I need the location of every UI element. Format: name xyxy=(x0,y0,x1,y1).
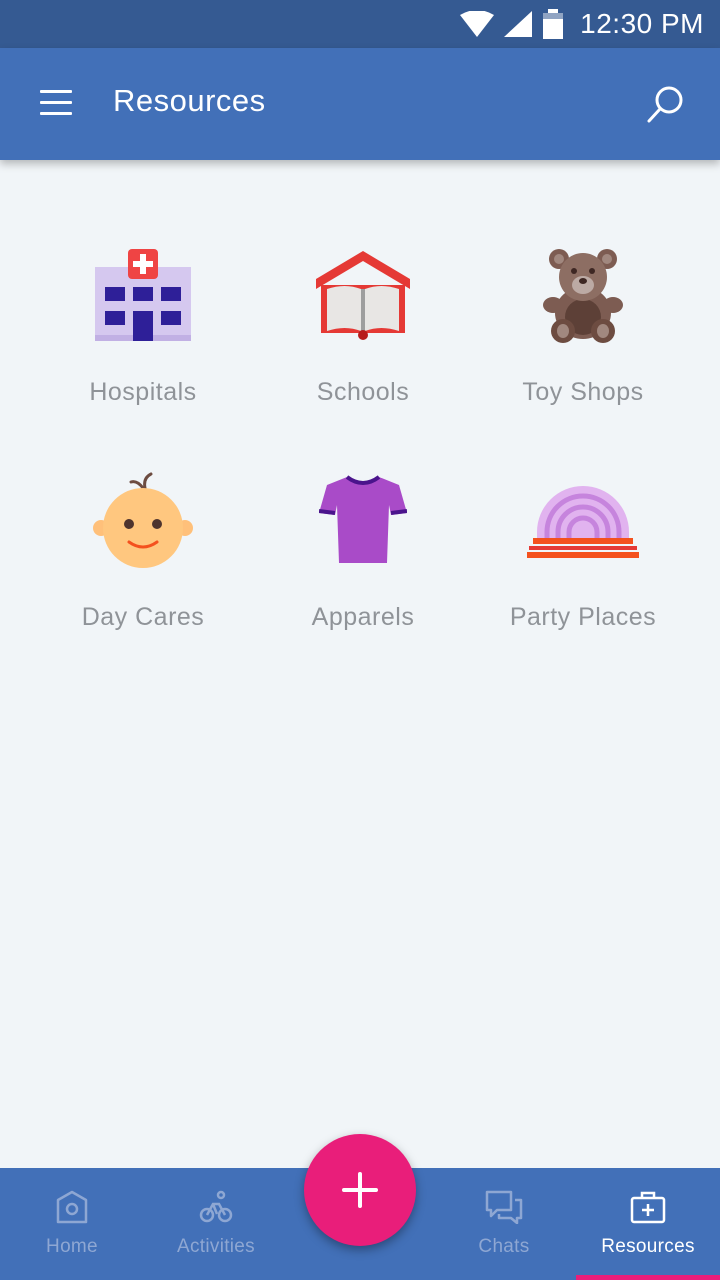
category-toy-shops[interactable]: Toy Shops xyxy=(473,240,693,407)
teddy-bear-icon xyxy=(523,240,643,350)
category-schools[interactable]: Schools xyxy=(253,240,473,407)
category-label: Hospitals xyxy=(89,378,197,406)
app-bar: Resources xyxy=(0,48,720,160)
bicycle-icon xyxy=(199,1190,233,1223)
nav-label: Home xyxy=(46,1236,98,1257)
category-label: Toy Shops xyxy=(522,378,644,406)
chat-icon xyxy=(485,1190,523,1224)
signal-icon xyxy=(504,11,533,37)
hospital-icon xyxy=(83,240,203,350)
category-apparels[interactable]: Apparels xyxy=(253,465,473,632)
status-time: 12:30 PM xyxy=(580,8,704,39)
category-hospitals[interactable]: Hospitals xyxy=(33,240,253,407)
wifi-icon xyxy=(460,11,495,37)
school-icon xyxy=(303,240,423,350)
category-label: Apparels xyxy=(311,603,415,631)
status-bar: 12:30 PM xyxy=(0,0,720,48)
menu-icon[interactable] xyxy=(40,90,72,118)
add-fab-button[interactable] xyxy=(304,1134,416,1246)
nav-label: Activities xyxy=(177,1236,255,1257)
nav-label: Chats xyxy=(478,1236,530,1257)
nav-label: Resources xyxy=(601,1236,695,1257)
tshirt-icon xyxy=(303,465,423,575)
resource-grid: Hospitals Schools Toy Shops Day Cares Ap… xyxy=(33,240,693,632)
nav-chats[interactable]: Chats xyxy=(432,1168,576,1280)
page-title: Resources xyxy=(113,83,266,118)
home-icon xyxy=(56,1190,88,1224)
nav-resources[interactable]: Resources xyxy=(576,1168,720,1280)
party-stage-icon xyxy=(523,465,643,575)
baby-icon xyxy=(83,465,203,575)
category-label: Day Cares xyxy=(81,603,205,631)
nav-activities[interactable]: Activities xyxy=(144,1168,288,1280)
category-label: Party Places xyxy=(509,603,657,631)
medical-kit-icon xyxy=(630,1191,666,1224)
category-label: Schools xyxy=(316,378,410,406)
plus-icon xyxy=(342,1172,378,1208)
category-day-cares[interactable]: Day Cares xyxy=(33,465,253,632)
search-icon[interactable] xyxy=(646,84,686,124)
battery-icon xyxy=(543,9,564,39)
category-party-places[interactable]: Party Places xyxy=(473,465,693,632)
nav-home[interactable]: Home xyxy=(0,1168,144,1280)
